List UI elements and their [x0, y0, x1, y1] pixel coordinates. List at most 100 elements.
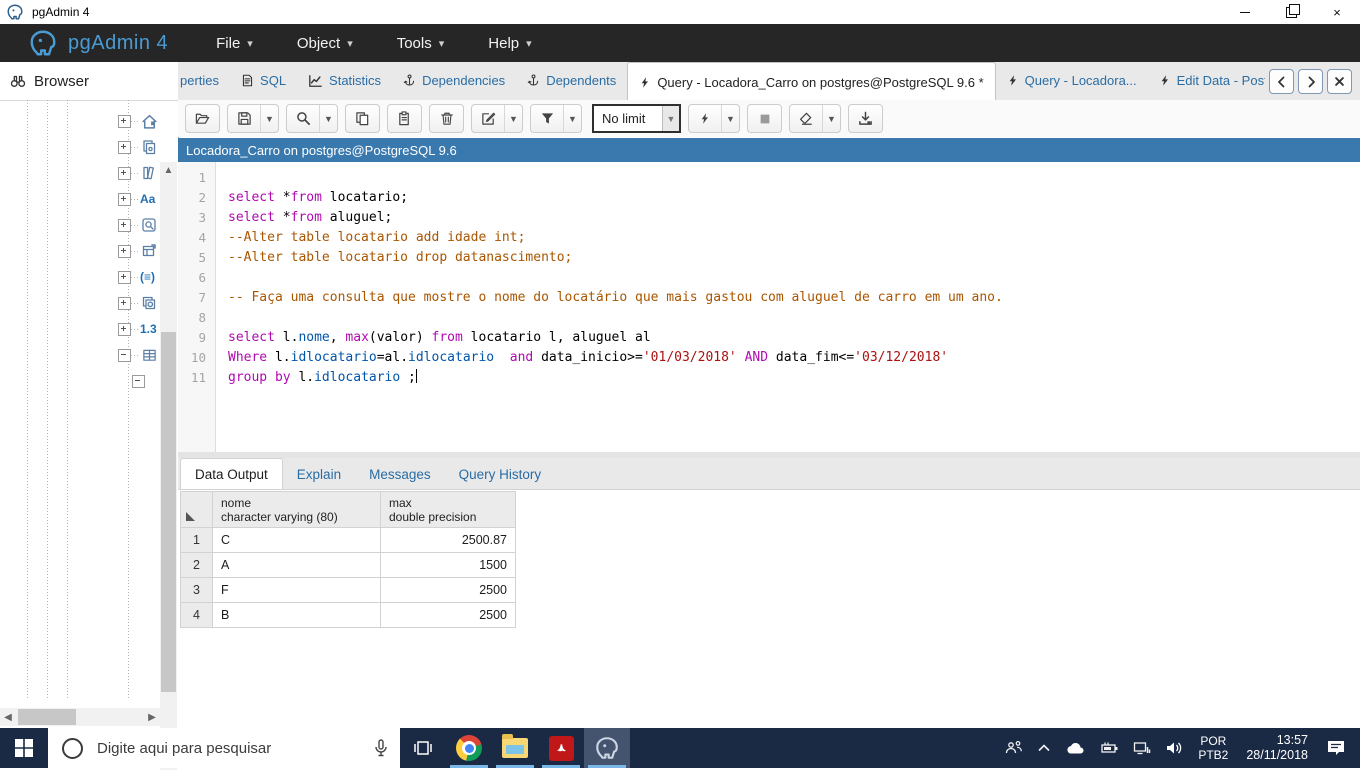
- cell-max[interactable]: 2500.87: [381, 528, 516, 553]
- language-indicator[interactable]: POR PTB2: [1198, 734, 1228, 762]
- download-button[interactable]: [849, 105, 882, 132]
- expand-plus-icon[interactable]: [118, 114, 131, 128]
- cell-nome[interactable]: B: [213, 603, 381, 628]
- browser-vertical-scrollbar[interactable]: ▲ ▼: [160, 162, 177, 770]
- results-grid[interactable]: nome character varying (80) max double prec…: [180, 491, 516, 628]
- find-button[interactable]: [287, 105, 320, 132]
- row-number[interactable]: 4: [180, 603, 213, 628]
- tab-6[interactable]: Query - Locadora...: [996, 62, 1148, 99]
- expand-plus-icon[interactable]: [118, 296, 131, 310]
- taskbar-app-chrome[interactable]: [446, 728, 492, 768]
- column-header-max[interactable]: max double precision: [381, 491, 516, 528]
- tab-1[interactable]: SQL: [230, 62, 297, 99]
- tree-item-collations[interactable]: Aa: [118, 186, 155, 212]
- tree-item-functions[interactable]: (≡): [118, 264, 155, 290]
- taskbar-search-box[interactable]: Digite aqui para pesquisar: [48, 728, 400, 768]
- collapse-minus-icon[interactable]: [118, 348, 131, 362]
- edit-button[interactable]: [472, 105, 505, 132]
- column-header-nome[interactable]: nome character varying (80): [213, 491, 381, 528]
- horizontal-scroll-thumb[interactable]: [18, 709, 76, 725]
- row-limit-select[interactable]: No limit ▼: [592, 104, 681, 133]
- action-center-icon[interactable]: [1326, 739, 1346, 757]
- expand-plus-icon[interactable]: [118, 322, 131, 336]
- sql-editor[interactable]: 1 2 3 4 5 6 7 8 9 10 11 select *from locatario; sel…: [178, 162, 1360, 452]
- execute-menu-button[interactable]: ▼: [722, 105, 739, 132]
- taskbar-app-pgadmin[interactable]: [584, 728, 630, 768]
- microphone-icon[interactable]: [374, 739, 388, 757]
- tree-item-tables[interactable]: [118, 342, 158, 368]
- people-icon[interactable]: [1005, 740, 1023, 756]
- filter-menu-button[interactable]: ▼: [564, 105, 581, 132]
- tree-item-views[interactable]: [118, 238, 158, 264]
- tab-2[interactable]: Statistics: [297, 62, 392, 99]
- row-number[interactable]: 2: [180, 553, 213, 578]
- cell-nome[interactable]: A: [213, 553, 381, 578]
- tab-query-active[interactable]: Query - Locadora_Carro on postgres@Postg…: [627, 62, 996, 100]
- cell-nome[interactable]: F: [213, 578, 381, 603]
- menu-help[interactable]: Help ▾: [488, 35, 531, 52]
- row-number[interactable]: 3: [180, 578, 213, 603]
- stop-button[interactable]: [748, 105, 781, 132]
- tab-3[interactable]: Dependencies: [392, 62, 516, 99]
- tree-item-books[interactable]: [118, 160, 158, 186]
- tree-item-matviews[interactable]: [118, 290, 158, 316]
- browser-horizontal-scrollbar[interactable]: ◀ ▶: [0, 708, 160, 726]
- close-button[interactable]: ×: [1314, 0, 1360, 24]
- taskbar-app-acrobat[interactable]: [538, 728, 584, 768]
- scroll-right-icon[interactable]: ▶: [144, 708, 160, 726]
- filter-button[interactable]: [531, 105, 564, 132]
- tree-item-catalogs[interactable]: [118, 134, 158, 160]
- vertical-scroll-thumb[interactable]: [161, 332, 176, 692]
- select-all-corner[interactable]: [180, 491, 213, 528]
- paste-button[interactable]: [388, 105, 421, 132]
- menu-tools[interactable]: Tools ▾: [397, 35, 445, 52]
- expand-plus-icon[interactable]: [118, 218, 131, 232]
- copy-button[interactable]: [346, 105, 379, 132]
- execute-button[interactable]: [689, 105, 722, 132]
- restore-button[interactable]: [1268, 0, 1314, 24]
- cell-max[interactable]: 2500: [381, 603, 516, 628]
- expand-plus-icon[interactable]: [118, 270, 131, 284]
- sql-code-area[interactable]: select *from locatario; select *from alug…: [228, 162, 1360, 452]
- task-view-button[interactable]: [400, 728, 446, 768]
- open-file-button[interactable]: [186, 105, 219, 132]
- browser-tree[interactable]: Aa (≡) 1.3: [0, 100, 160, 708]
- chevron-up-icon[interactable]: [1037, 743, 1051, 753]
- tab-4[interactable]: Dependents: [516, 62, 627, 99]
- menu-file[interactable]: File ▾: [216, 35, 253, 52]
- cell-max[interactable]: 1500: [381, 553, 516, 578]
- taskbar-app-file-explorer[interactable]: [492, 728, 538, 768]
- minimize-button[interactable]: [1222, 0, 1268, 24]
- tab-0[interactable]: perties: [178, 62, 230, 99]
- start-button[interactable]: [0, 728, 48, 768]
- cell-max[interactable]: 2500: [381, 578, 516, 603]
- tab-scroll-left-button[interactable]: [1269, 69, 1294, 94]
- save-button[interactable]: [228, 105, 261, 132]
- edit-menu-button[interactable]: ▼: [505, 105, 522, 132]
- tree-item-sequences[interactable]: 1.3: [118, 316, 157, 342]
- onedrive-cloud-icon[interactable]: [1065, 741, 1085, 755]
- save-menu-button[interactable]: ▼: [261, 105, 278, 132]
- expand-plus-icon[interactable]: [118, 244, 131, 258]
- scroll-up-icon[interactable]: ▲: [160, 162, 177, 178]
- find-menu-button[interactable]: ▼: [320, 105, 337, 132]
- tab-scroll-right-button[interactable]: [1298, 69, 1323, 94]
- speaker-icon[interactable]: [1165, 740, 1183, 756]
- output-tab-data-output[interactable]: Data Output: [180, 458, 283, 489]
- tree-item-home[interactable]: [118, 108, 158, 134]
- clock[interactable]: 13:57 28/11/2018: [1246, 733, 1308, 763]
- cell-nome[interactable]: C: [213, 528, 381, 553]
- tab-close-button[interactable]: [1327, 69, 1352, 94]
- network-icon[interactable]: [1133, 741, 1151, 755]
- power-battery-icon[interactable]: [1099, 741, 1119, 755]
- collapse-minus-icon[interactable]: [132, 374, 145, 388]
- row-number[interactable]: 1: [180, 528, 213, 553]
- delete-button[interactable]: [430, 105, 463, 132]
- clear-button[interactable]: [790, 105, 823, 132]
- expand-plus-icon[interactable]: [118, 140, 131, 154]
- scroll-left-icon[interactable]: ◀: [0, 708, 16, 726]
- tree-item-table-child[interactable]: [132, 368, 145, 394]
- expand-plus-icon[interactable]: [118, 192, 131, 206]
- output-tab-query-history[interactable]: Query History: [445, 459, 556, 489]
- tree-item-domains[interactable]: [118, 212, 158, 238]
